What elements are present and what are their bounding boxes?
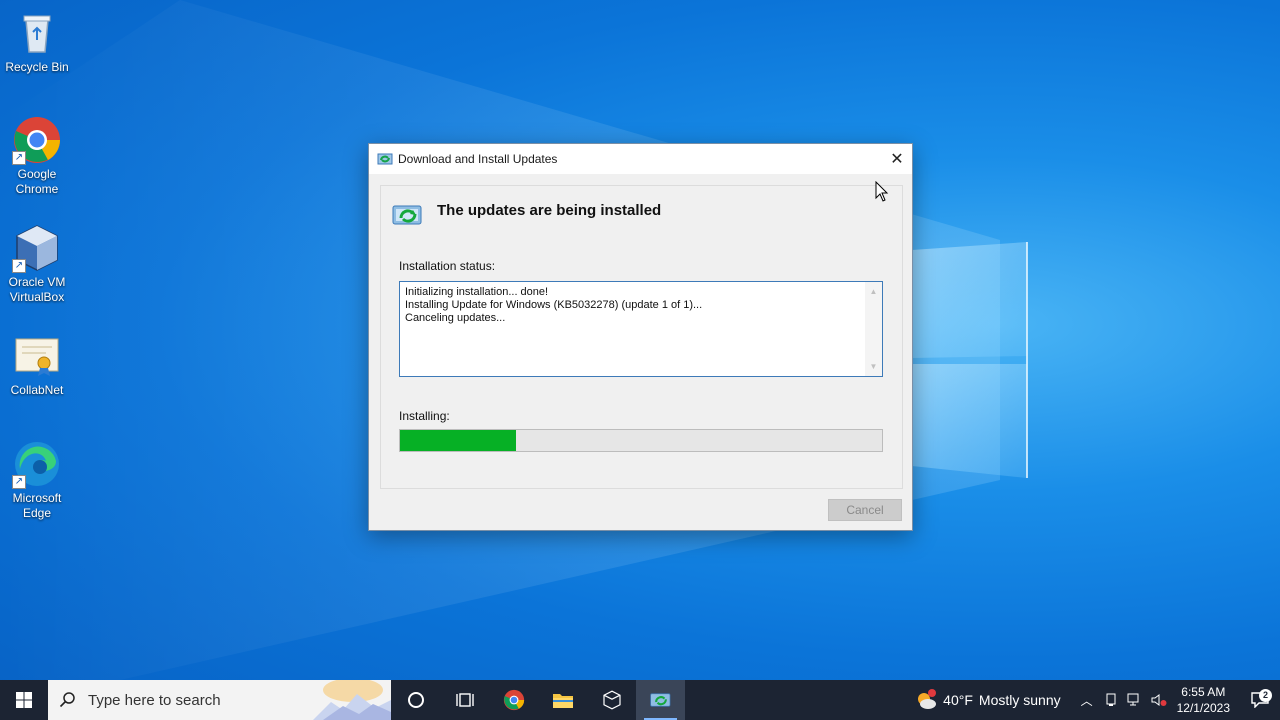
installation-status-log[interactable]: Initializing installation... done! Insta… <box>399 281 883 377</box>
close-button[interactable]: ✕ <box>882 144 912 174</box>
search-placeholder: Type here to search <box>88 691 221 709</box>
volume-muted-icon[interactable] <box>1147 693 1171 707</box>
desktop-icon-recycle-bin[interactable]: Recycle Bin <box>2 8 72 75</box>
virtualbox-icon <box>602 690 621 710</box>
taskbar: Type here to search 40°F Mostly sunny ︿ … <box>0 680 1280 720</box>
desktop-icon-label: CollabNet <box>10 383 64 397</box>
update-dialog: Download and Install Updates ✕ The updat… <box>368 143 913 531</box>
installation-progress-bar <box>399 429 883 452</box>
desktop-icon-label: Oracle VM VirtualBox <box>8 275 66 304</box>
task-view-icon <box>455 693 474 707</box>
show-hidden-icons-chevron-icon[interactable]: ︿ <box>1075 692 1099 709</box>
network-icon[interactable] <box>1123 693 1147 707</box>
taskbar-search-box[interactable]: Type here to search <box>48 680 391 720</box>
desktop-icon-microsoft-edge[interactable]: ↗ Microsoft Edge <box>2 439 72 521</box>
weather-description: Mostly sunny <box>978 692 1061 708</box>
taskbar-virtualbox[interactable] <box>587 680 636 720</box>
windows-logo-icon <box>16 692 32 708</box>
usb-device-icon[interactable] <box>1099 693 1123 707</box>
folder-icon <box>552 694 573 708</box>
system-tray: 40°F Mostly sunny ︿ 6:55 AM 12/1/2023 2 <box>915 680 1280 720</box>
update-monitor-icon <box>649 693 670 707</box>
weather-temperature: 40°F <box>943 692 973 708</box>
search-highlight-image <box>313 680 391 720</box>
desktop-icon-google-chrome[interactable]: ↗ Google Chrome <box>2 115 72 197</box>
search-icon <box>48 691 88 709</box>
shortcut-arrow-icon: ↗ <box>12 151 26 165</box>
progress-fill <box>400 430 516 451</box>
action-center-button[interactable]: 2 <box>1240 689 1280 708</box>
cortana-button[interactable] <box>391 680 440 720</box>
cancel-button[interactable]: Cancel <box>828 499 902 521</box>
close-icon: ✕ <box>890 151 904 168</box>
desktop-icon-virtualbox[interactable]: ↗ Oracle VM VirtualBox <box>2 223 72 305</box>
weather-widget[interactable]: 40°F Mostly sunny <box>915 689 1061 711</box>
virtualbox-icon: ↗ <box>12 223 62 273</box>
desktop-icon-collabnet[interactable]: CollabNet <box>2 331 72 398</box>
shortcut-arrow-icon: ↗ <box>12 259 26 273</box>
notification-count-badge: 2 <box>1259 689 1272 702</box>
taskbar-clock[interactable]: 6:55 AM 12/1/2023 <box>1177 684 1230 716</box>
update-monitor-icon <box>392 205 422 225</box>
chrome-icon: ↗ <box>12 115 62 165</box>
start-button[interactable] <box>0 680 48 720</box>
desktop-icon-label: Recycle Bin <box>5 60 69 74</box>
shortcut-arrow-icon: ↗ <box>12 475 26 489</box>
recycle-bin-icon <box>12 8 62 58</box>
dialog-heading: The updates are being installed <box>437 202 662 219</box>
mouse-cursor-icon <box>875 181 889 202</box>
status-line: Initializing installation... done! <box>405 286 549 298</box>
desktop-icon-label: Microsoft Edge <box>12 491 62 520</box>
dialog-content-panel: The updates are being installed Installa… <box>380 185 903 489</box>
status-line: Canceling updates... <box>405 312 506 324</box>
edge-icon: ↗ <box>12 439 62 489</box>
dialog-titlebar[interactable]: Download and Install Updates ✕ <box>369 144 912 174</box>
desktop-icon-label: Google Chrome <box>15 167 59 196</box>
clock-date: 12/1/2023 <box>1176 701 1230 715</box>
installation-status-label: Installation status: <box>399 259 496 273</box>
taskbar-windows-update[interactable] <box>636 680 685 720</box>
status-line: Installing Update for Windows (KB5032278… <box>405 299 703 311</box>
certificate-icon <box>12 331 62 381</box>
clock-time: 6:55 AM <box>1181 685 1226 699</box>
taskbar-file-explorer[interactable] <box>538 680 587 720</box>
scroll-up-icon[interactable]: ▲ <box>865 285 882 298</box>
vertical-scrollbar[interactable]: ▲ ▼ <box>865 282 882 376</box>
windows-update-icon <box>377 153 393 165</box>
taskbar-chrome[interactable] <box>489 680 538 720</box>
dialog-title: Download and Install Updates <box>398 152 558 166</box>
scroll-down-icon[interactable]: ▼ <box>865 360 882 373</box>
task-view-button[interactable] <box>440 680 489 720</box>
cortana-circle-icon <box>407 692 424 708</box>
installing-label: Installing: <box>399 409 450 423</box>
chrome-icon <box>503 689 524 711</box>
weather-sun-cloud-icon <box>918 689 937 709</box>
